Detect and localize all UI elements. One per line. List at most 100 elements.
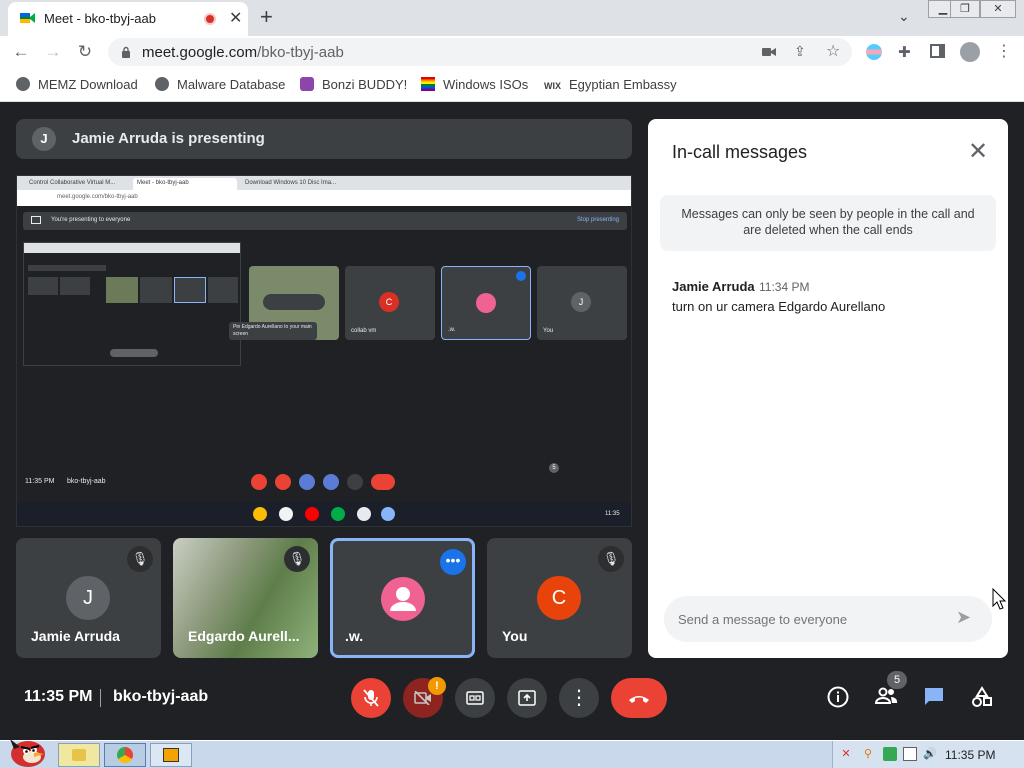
taskbar-chrome-button[interactable]	[104, 743, 146, 767]
people-button[interactable]	[873, 686, 899, 712]
shared-mic-button	[251, 474, 267, 490]
mic-off-icon: 🎙	[127, 546, 153, 572]
shared-tile-name: collab vm	[351, 328, 377, 334]
activities-button[interactable]	[969, 686, 995, 712]
shared-clock: 11:35 PM	[25, 478, 55, 485]
microphone-toggle-button[interactable]	[351, 678, 391, 718]
present-screen-icon	[518, 690, 536, 706]
share-icon[interactable]: ⇪	[794, 43, 806, 60]
new-tab-button[interactable]: +	[260, 4, 273, 30]
shared-camera-button	[275, 474, 291, 490]
participant-name: .w.	[345, 628, 364, 644]
bonzi-icon	[300, 77, 314, 91]
tab-search-icon[interactable]: ⌄	[898, 8, 910, 25]
participant-tile[interactable]: ••• .w.	[330, 538, 475, 658]
chat-panel: In-call messages ✕ Messages can only be …	[648, 119, 1008, 658]
chat-button[interactable]	[921, 686, 947, 712]
side-panel-icon[interactable]	[930, 44, 945, 58]
send-icon[interactable]: ➤	[956, 607, 971, 628]
person-icon	[390, 587, 416, 611]
bookmark-label: Windows ISOs	[443, 77, 529, 92]
battery-icon[interactable]	[883, 747, 897, 761]
participant-name: Edgardo Aurell...	[188, 628, 300, 644]
close-window-button[interactable]: ✕	[980, 0, 1016, 18]
message-time: 11:34 PM	[759, 280, 810, 294]
url-path: /bko-tbyj-aab	[257, 44, 344, 61]
participant-tile[interactable]: 🎙 J Jamie Arruda	[16, 538, 161, 658]
chat-info-note: Messages can only be seen by people in t…	[660, 195, 996, 251]
bookmark-bonzi-buddy[interactable]: Bonzi BUDDY!	[300, 77, 407, 92]
shared-app-icon	[357, 507, 371, 521]
shared-presenting-text: You're presenting to everyone	[51, 217, 131, 223]
shared-screen[interactable]: Control Collaborative Virtual M... Meet …	[16, 175, 632, 527]
close-icon[interactable]: ✕	[968, 137, 988, 166]
display-icon[interactable]	[903, 747, 917, 761]
more-options-button[interactable]: ⋮	[559, 678, 599, 718]
bookmark-malware-database[interactable]: Malware Database	[155, 77, 285, 92]
message-text: turn on ur camera Edgardo Aurellano	[672, 299, 886, 314]
warning-badge: !	[428, 677, 446, 695]
shared-tile-avatar	[476, 293, 496, 313]
url-host: meet.google.com	[142, 44, 258, 61]
participant-name: Jamie Arruda	[31, 628, 120, 644]
browser-tab-strip: Meet - bko-tbyj-aab ✕ + ⌄ ▁ ❐ ✕	[0, 0, 1024, 36]
shared-tile: J You	[537, 266, 627, 340]
chat-icon	[925, 688, 943, 705]
shared-tile: .w.	[441, 266, 531, 340]
extensions-puzzle-icon[interactable]: ✚	[898, 43, 911, 61]
recursive-screen-thumbnail	[23, 242, 241, 366]
presenting-banner: J Jamie Arruda is presenting	[16, 119, 632, 159]
lock-icon	[122, 46, 130, 58]
meeting-details-button[interactable]	[825, 686, 851, 712]
reload-button[interactable]: ↻	[74, 41, 96, 63]
bookmark-windows-isos[interactable]: Windows ISOs	[421, 77, 528, 92]
bookmark-label: Malware Database	[177, 77, 286, 92]
closed-captions-icon	[466, 691, 484, 705]
address-bar[interactable]: meet.google.com/bko-tbyj-aab ⇪ ☆	[108, 38, 852, 66]
meeting-clock: 11:35 PM	[24, 688, 93, 705]
forward-button[interactable]: →	[42, 41, 64, 63]
shared-tile-name: .w.	[448, 327, 456, 333]
angry-bird-start-icon[interactable]	[4, 733, 48, 768]
network-error-icon[interactable]: ✕	[839, 747, 853, 761]
bookmark-memz[interactable]: MEMZ Download	[16, 77, 138, 92]
bookmark-star-icon[interactable]: ☆	[826, 41, 840, 61]
bookmark-egyptian-embassy[interactable]: WIX Egyptian Embassy	[544, 77, 677, 92]
taskbar-clock: 11:35 PM	[945, 748, 996, 762]
participant-tile[interactable]: 🎙 Edgardo Aurell...	[173, 538, 318, 658]
volume-icon[interactable]: 🔊	[923, 747, 937, 761]
profile-avatar-icon[interactable]	[960, 42, 980, 62]
shared-tile-avatar: C	[379, 292, 399, 312]
meet-window: J Jamie Arruda is presenting Control Col…	[0, 103, 1024, 740]
bookmarks-bar: MEMZ Download Malware Database Bonzi BUD…	[0, 68, 1024, 102]
taskbar-explorer-button[interactable]	[58, 743, 100, 767]
browser-tab-meet[interactable]: Meet - bko-tbyj-aab ✕	[8, 2, 248, 36]
captions-button[interactable]	[455, 678, 495, 718]
participant-avatar	[381, 577, 425, 621]
browser-toolbar: ← → ↻ meet.google.com/bko-tbyj-aab ⇪ ☆ ✚…	[0, 36, 1024, 68]
chat-message-input[interactable]	[678, 606, 938, 632]
restore-window-button[interactable]: ❐	[950, 0, 980, 18]
shared-meet-icon	[331, 507, 345, 521]
shared-meeting-code: bko-tbyj-aab	[67, 478, 106, 485]
extension-flag-icon[interactable]	[866, 44, 882, 60]
participant-tile[interactable]: 🎙 C You	[487, 538, 632, 658]
shared-youtube-icon	[305, 507, 319, 521]
chrome-menu-icon[interactable]: ⋮	[996, 41, 1012, 61]
present-now-button[interactable]	[507, 678, 547, 718]
shared-os-taskbar: 11:35	[17, 502, 631, 526]
back-button[interactable]: ←	[10, 41, 32, 63]
chat-input-box[interactable]: ➤	[664, 596, 992, 642]
tab-close-icon[interactable]: ✕	[229, 8, 242, 28]
mouse-cursor-icon	[992, 588, 1006, 610]
shared-pin-tooltip: Pin Edgardo Aurellano to your main scree…	[229, 322, 317, 340]
camera-in-use-icon[interactable]	[762, 47, 776, 57]
search-tray-icon[interactable]: ⚲	[861, 747, 875, 761]
leave-call-button[interactable]	[611, 678, 667, 718]
more-options-icon[interactable]: •••	[440, 549, 466, 575]
rainbow-flag-icon	[421, 77, 435, 91]
taskbar-app-button[interactable]	[150, 743, 192, 767]
participant-avatar: C	[537, 576, 581, 620]
shared-tile-name: You	[543, 328, 554, 334]
shared-address-bar: meet.google.com/bko-tbyj-aab	[17, 190, 631, 206]
